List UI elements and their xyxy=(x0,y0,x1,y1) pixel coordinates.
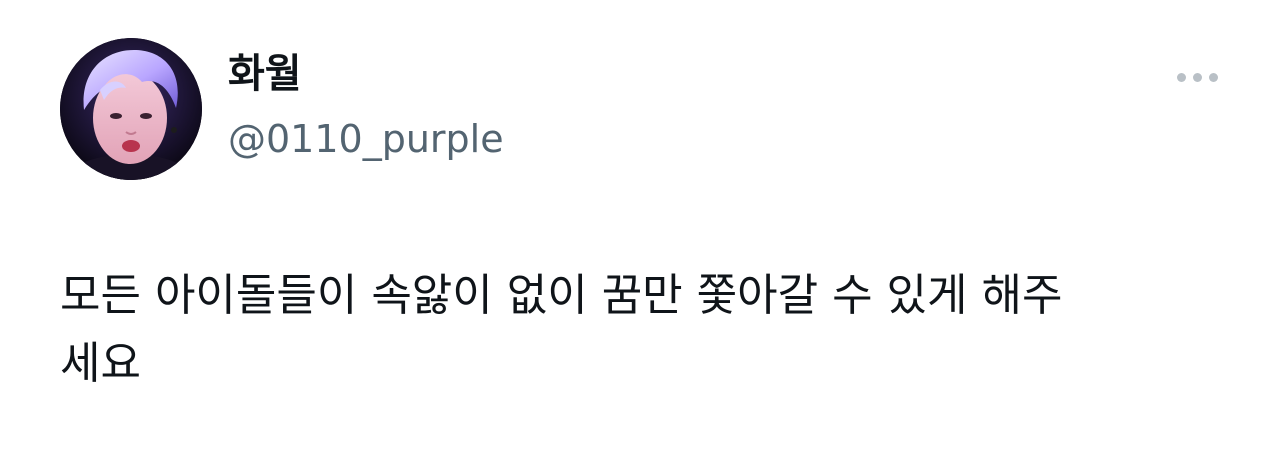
more-horizontal-icon xyxy=(1176,72,1186,82)
avatar-photo-icon xyxy=(60,38,202,180)
author-avatar[interactable] xyxy=(60,38,202,180)
author-display-name[interactable]: 화월 xyxy=(228,48,302,100)
tweet-text: 모든 아이돌들이 속앓이 없이 꿈만 쫓아갈 수 있게 해주 세요 xyxy=(60,270,1063,389)
more-horizontal-icon xyxy=(1208,72,1218,82)
tweet-card: 화월 @0110_purple 모든 아이돌들이 속앓이 없이 꿈만 쫓아갈 수… xyxy=(0,0,1284,463)
more-options-button[interactable] xyxy=(1168,62,1226,92)
author-handle[interactable]: @0110_purple xyxy=(228,114,504,164)
more-horizontal-icon xyxy=(1192,72,1202,82)
